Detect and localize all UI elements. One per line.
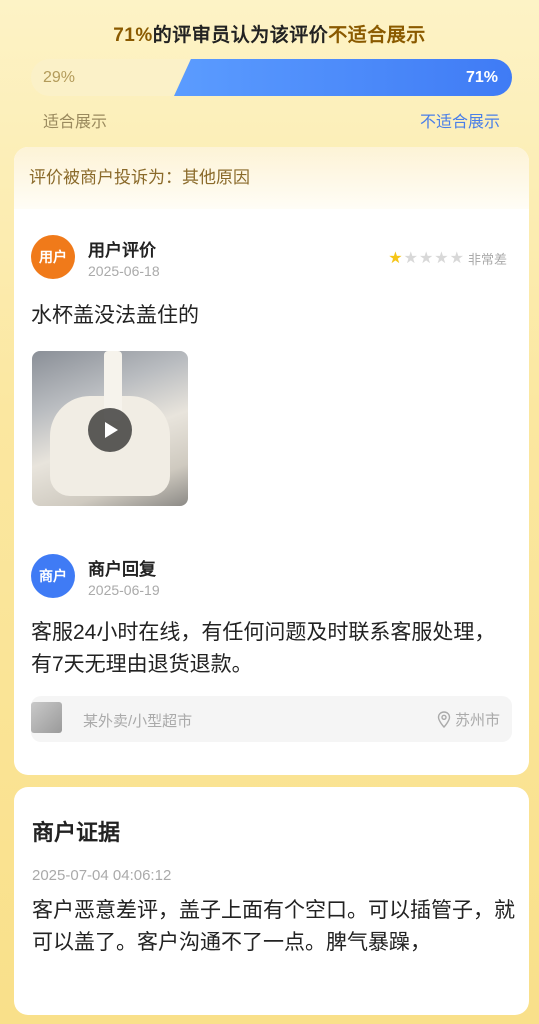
- verdict-middle: 的评审员认为该评价: [152, 25, 329, 46]
- user-review-date: 2025-06-18: [88, 263, 160, 279]
- shop-logo-icon: [31, 702, 62, 733]
- shop-name: 某外卖/小型超市: [83, 713, 193, 730]
- vote-label-suitable: 适合展示: [43, 114, 108, 131]
- user-avatar: 用户: [31, 235, 75, 279]
- star-rating: ★ ★ ★ ★ ★ 非常差: [388, 249, 507, 268]
- merchant-reply-title: 商户回复: [88, 560, 156, 579]
- complaint-reason: 评价被商户投诉为：其他原因: [14, 147, 529, 209]
- merchant-reply-date: 2025-06-19: [88, 582, 160, 598]
- star-icon: ★: [449, 249, 464, 267]
- user-review-text: 水杯盖没法盖住的: [31, 304, 199, 327]
- shop-location-text: 苏州市: [454, 712, 500, 729]
- rating-text: 非常差: [467, 252, 507, 267]
- evidence-text: 客户恶意差评，盖子上面有个空口。可以插管子，就可以盖了。客户沟通不了一点。脾气暴…: [32, 899, 515, 954]
- user-review-title: 用户评价: [88, 241, 156, 260]
- evidence-title: 商户证据: [32, 820, 121, 845]
- verdict-tail: 不适合展示: [328, 25, 426, 46]
- verdict-headline: 71%的评审员认为该评价不适合展示: [0, 20, 539, 47]
- play-icon[interactable]: [88, 408, 132, 452]
- evidence-date: 2025-07-04 04:06:12: [32, 867, 172, 884]
- vote-right-segment: 71%: [174, 59, 512, 96]
- shop-info[interactable]: 某外卖/小型超市 苏州市: [31, 696, 512, 742]
- shop-location: 苏州市: [437, 709, 500, 730]
- verdict-percent: 71%: [113, 25, 153, 46]
- review-card: 评价被商户投诉为：其他原因 用户 用户评价 2025-06-18 ★ ★ ★ ★…: [14, 147, 529, 775]
- location-pin-icon: [437, 711, 451, 728]
- star-icon: ★: [434, 249, 449, 267]
- review-video-thumbnail[interactable]: [32, 351, 188, 506]
- vote-label-unsuitable: 不适合展示: [419, 114, 500, 131]
- vote-left-segment: 29%: [31, 59, 191, 96]
- vote-bar: 29% 71%: [31, 59, 512, 96]
- star-icon: ★: [388, 249, 403, 267]
- star-icon: ★: [403, 249, 418, 267]
- evidence-card: 商户证据 2025-07-04 04:06:12 客户恶意差评，盖子上面有个空口…: [14, 787, 529, 1015]
- star-icon: ★: [418, 249, 434, 267]
- merchant-reply-text: 客服24小时在线，有任何问题及时联系客服处理，有7天无理由退货退款。: [31, 621, 496, 676]
- merchant-avatar: 商户: [31, 554, 75, 598]
